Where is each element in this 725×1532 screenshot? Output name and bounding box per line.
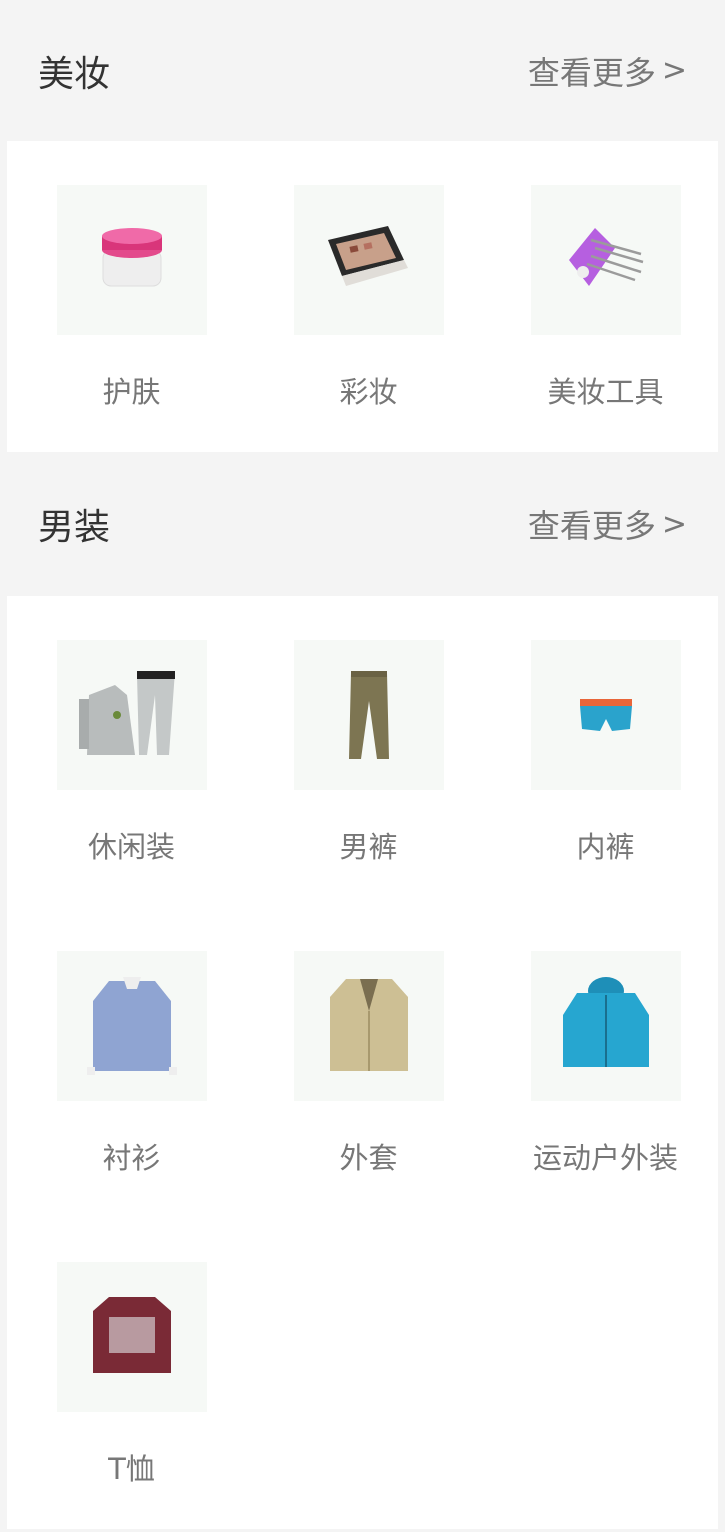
category-item[interactable]: 彩妆 bbox=[250, 185, 487, 496]
category-label: 内裤 bbox=[576, 830, 635, 864]
category-item[interactable]: 休闲装 bbox=[13, 640, 250, 951]
category-panel-menswear: 休闲装 男裤 内裤 衬衫 外套 运动户外装 T恤 bbox=[7, 596, 718, 1529]
brush-set-icon bbox=[530, 185, 681, 335]
makeup-palette-icon bbox=[293, 185, 444, 335]
view-more-link[interactable]: 查看更多 > bbox=[528, 48, 687, 94]
shirt-icon bbox=[56, 951, 207, 1101]
trench-coat-icon bbox=[293, 951, 444, 1101]
casual-suit-icon bbox=[56, 640, 207, 790]
category-item[interactable]: 内裤 bbox=[487, 640, 724, 951]
category-label: 美妆工具 bbox=[547, 375, 664, 409]
category-item[interactable]: 男裤 bbox=[250, 640, 487, 951]
category-item[interactable]: 衬衫 bbox=[13, 951, 250, 1262]
tshirt-icon bbox=[56, 1262, 207, 1412]
category-item[interactable]: 美妆工具 bbox=[487, 185, 724, 496]
category-item[interactable]: 护肤 bbox=[13, 185, 250, 496]
section-header-beauty: 美妆 查看更多 > bbox=[0, 0, 725, 141]
chevron-right-icon: > bbox=[661, 506, 687, 542]
category-label: 外套 bbox=[339, 1141, 398, 1175]
category-label: T恤 bbox=[108, 1452, 155, 1486]
category-item[interactable]: 外套 bbox=[250, 951, 487, 1262]
category-item[interactable]: T恤 bbox=[13, 1262, 250, 1532]
category-item[interactable]: 运动户外装 bbox=[487, 951, 724, 1262]
chevron-right-icon: > bbox=[661, 53, 687, 88]
cream-jar-icon bbox=[56, 185, 207, 335]
category-label: 护肤 bbox=[102, 375, 161, 409]
trousers-icon bbox=[293, 640, 444, 790]
category-label: 运动户外装 bbox=[532, 1141, 678, 1175]
view-more-label: 查看更多 bbox=[527, 507, 656, 545]
category-label: 男裤 bbox=[339, 830, 398, 864]
view-more-label: 查看更多 bbox=[527, 53, 656, 92]
section-title: 男装 bbox=[38, 507, 111, 548]
category-panel-beauty: 护肤 彩妆 美妆工具 bbox=[7, 141, 718, 452]
category-label: 衬衫 bbox=[102, 1141, 161, 1175]
category-label: 彩妆 bbox=[339, 375, 398, 409]
underwear-icon bbox=[530, 640, 681, 790]
section-title: 美妆 bbox=[38, 53, 111, 95]
view-more-link[interactable]: 查看更多 > bbox=[528, 501, 687, 547]
outdoor-jacket-icon bbox=[530, 951, 681, 1101]
category-label: 休闲装 bbox=[87, 830, 175, 864]
